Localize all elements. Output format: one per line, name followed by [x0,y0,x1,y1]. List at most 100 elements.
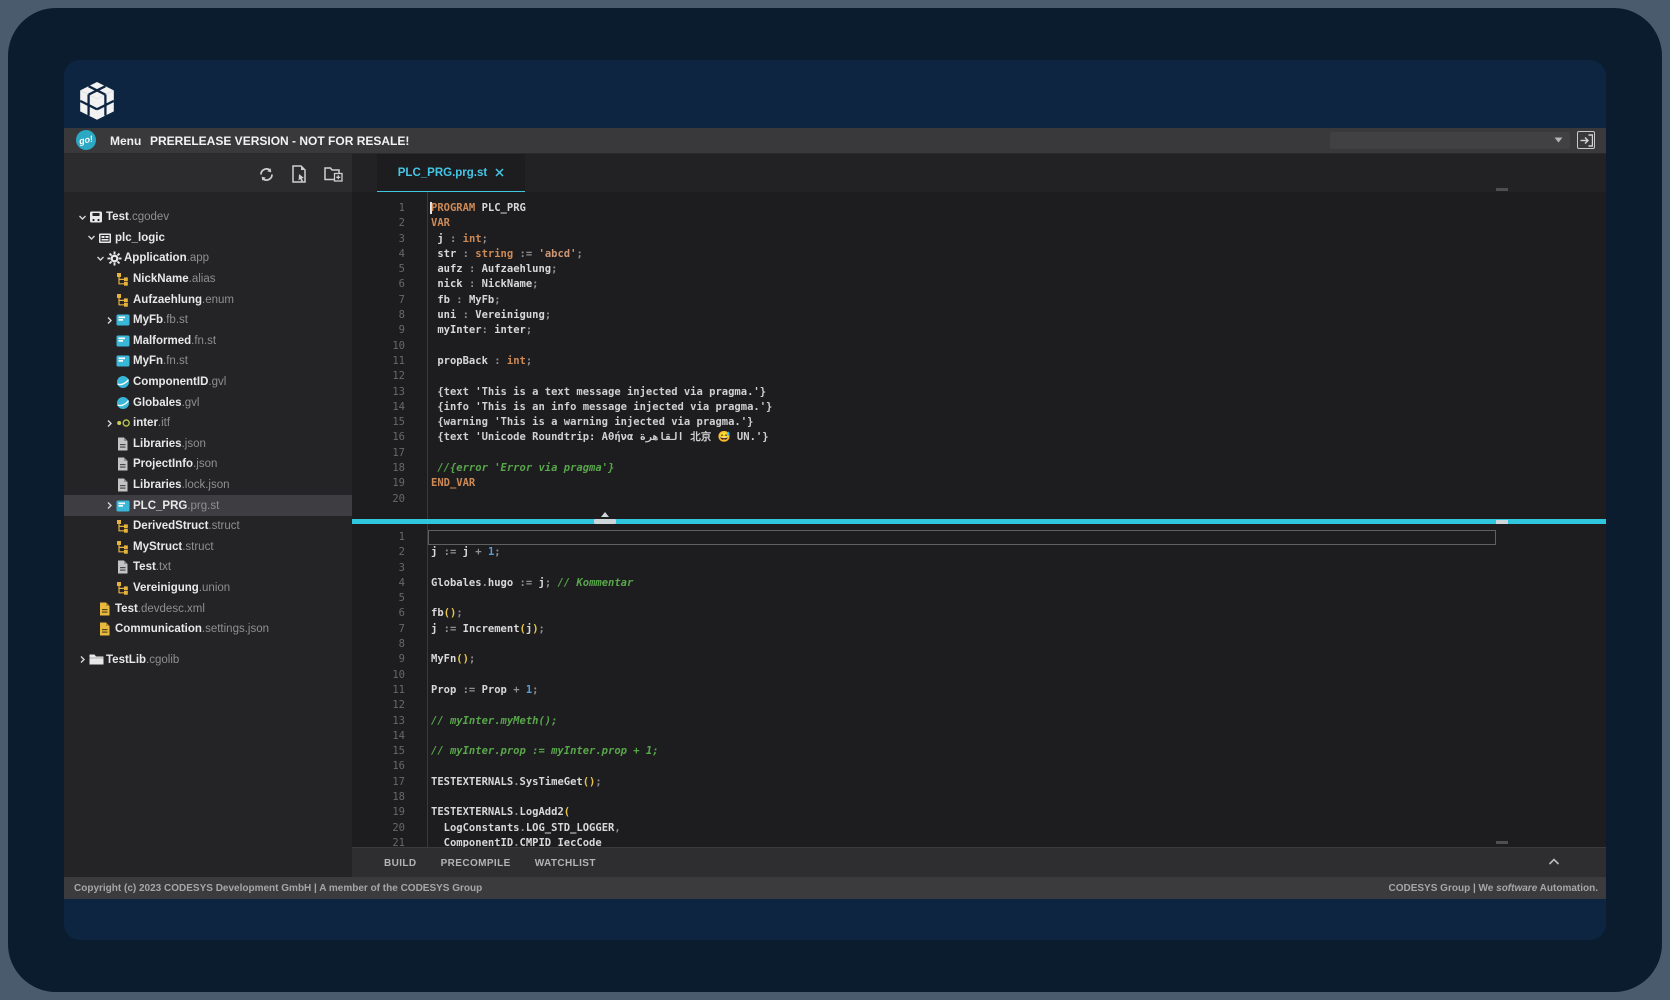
chevron-right-icon[interactable] [76,653,89,666]
code-text: Prop := Prop + 1; [427,683,539,698]
chevron-right-icon[interactable] [103,314,116,327]
chevron-down-icon[interactable] [76,211,89,224]
code-line: 4 str : string := 'abcd'; [352,247,1606,262]
go-logo: go! [74,128,98,152]
code-line: 19END_VAR [352,476,1606,491]
chevron-up-icon[interactable] [1548,858,1560,866]
globe-icon [116,375,133,390]
tree-item-name: TestLib [106,654,146,666]
tree-item[interactable]: Vereinigung.union [64,578,352,599]
tree-item-name: Communication [115,623,202,635]
line-number: 3 [352,232,427,247]
scrollbar-mark[interactable] [1496,520,1508,524]
tree-item[interactable]: Test.txt [64,557,352,578]
indent-spacer [103,520,116,533]
yellow-file-icon [98,622,115,637]
code-line: 7j := Increment(j); [352,622,1606,637]
panel-tab-precompile[interactable]: PRECOMPILE [441,858,511,869]
tree-item-extension: .json [182,438,206,450]
tree-item[interactable]: Application.app [64,248,352,269]
scrollbar-mark[interactable] [1496,841,1508,844]
new-folder-icon[interactable] [323,164,343,184]
code-line: 14 [352,729,1606,744]
menu-button[interactable]: Menu [110,128,141,153]
tree-item[interactable]: Libraries.json [64,434,352,455]
code-text: ComponentID.CMPID_IecCode [427,836,602,847]
tree-item-extension: .app [187,252,209,264]
type-icon [116,272,133,287]
tab-plc-prg[interactable]: PLC_PRG.prg.st [377,154,525,193]
tree-item[interactable]: Libraries.lock.json [64,475,352,496]
indent-spacer [103,293,116,306]
code-line: 10 [352,668,1606,683]
close-icon[interactable] [495,168,504,177]
panel-tab-build[interactable]: BUILD [384,858,417,869]
tree-item[interactable]: PLC_PRG.prg.st [64,495,352,516]
panel-tab-watchlist[interactable]: WATCHLIST [535,858,596,869]
tree-item[interactable]: NickName.alias [64,269,352,290]
tree-item[interactable]: Aufzaehlung.enum [64,289,352,310]
tree-item-name: Application [124,252,187,264]
tree-item-extension: .struct [182,541,213,553]
indent-spacer [103,561,116,574]
code-line: 21 ComponentID.CMPID_IecCode [352,836,1606,847]
refresh-icon[interactable] [256,164,276,184]
menu-dropdown[interactable] [1330,132,1570,149]
code-text [427,530,431,545]
tree-item[interactable]: Communication.settings.json [64,619,352,640]
tab-title: PLC_PRG.prg.st [398,167,487,179]
tree-item[interactable]: plc_logic [64,228,352,249]
tree-item[interactable]: Malformed.fn.st [64,331,352,352]
code-text [427,561,431,576]
code-line: 13// myInter.myMeth(); [352,714,1606,729]
code-line: 11Prop := Prop + 1; [352,683,1606,698]
code-line: 18 [352,790,1606,805]
chevron-right-icon[interactable] [103,417,116,430]
footer: Copyright (c) 2023 CODESYS Development G… [64,877,1606,899]
tab-bar: PLC_PRG.prg.st [352,153,1606,192]
tree-item[interactable]: inter.itf [64,413,352,434]
editor-area: PLC_PRG.prg.st 1PROGRAM PLC_PRG2VAR3 j :… [352,153,1606,877]
tree-item-name: Globales [133,397,182,409]
chevron-down-icon[interactable] [94,252,107,265]
tree-item[interactable]: DerivedStruct.struct [64,516,352,537]
drive-icon [89,210,106,225]
tree-item[interactable]: MyFb.fb.st [64,310,352,331]
tree-item-name: MyStruct [133,541,182,553]
code-text: str : string := 'abcd'; [427,247,583,262]
chevron-right-icon[interactable] [103,499,116,512]
chevron-down-icon[interactable] [85,231,98,244]
tree-item[interactable]: TestLib.cgolib [64,649,352,670]
code-line: 8 [352,637,1606,652]
code-pane-body[interactable]: 12j := j + 1;34Globales.hugo := j; // Ko… [352,524,1606,847]
line-number: 12 [352,698,427,713]
tree-item-extension: .gvl [182,397,200,409]
tree-item-name: MyFn [133,355,163,367]
tree-item-extension: .struct [208,520,239,532]
scrollbar-mark[interactable] [1496,188,1508,191]
tree-item-name: ComponentID [133,376,208,388]
tree-item[interactable]: MyStruct.struct [64,537,352,558]
code-pane-declarations[interactable]: 1PROGRAM PLC_PRG2VAR3 j : int;4 str : st… [352,192,1606,519]
tree-item[interactable]: Test.devdesc.xml [64,598,352,619]
tree-item[interactable]: ComponentID.gvl [64,372,352,393]
indent-spacer [103,355,116,368]
tree-item-extension: .fb.st [163,314,188,326]
file-icon [116,478,133,493]
tree-item[interactable]: Test.cgodev [64,207,352,228]
indent-spacer [103,581,116,594]
tree-item[interactable]: MyFn.fn.st [64,351,352,372]
code-line: 17 [352,446,1606,461]
tree-item[interactable]: Globales.gvl [64,392,352,413]
tree-item-extension: .prg.st [187,500,219,512]
tree-item-extension: .txt [156,561,171,573]
bottom-panel-bar: BUILD PRECOMPILE WATCHLIST [352,847,1606,877]
footer-brand-text: CODESYS Group | We software Automation. [1389,883,1599,894]
code-line: 14 {info 'This is an info message inject… [352,400,1606,415]
code-line: 7 fb : MyFb; [352,293,1606,308]
line-number: 17 [352,446,427,461]
tree-item[interactable]: ProjectInfo.json [64,454,352,475]
st-file-icon [116,354,133,369]
open-external-button[interactable] [1577,131,1595,149]
new-file-icon[interactable] [289,164,309,184]
